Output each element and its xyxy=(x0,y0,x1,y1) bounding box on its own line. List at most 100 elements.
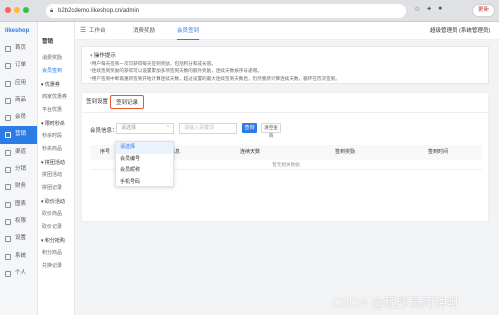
sidebar-item[interactable]: 图表 xyxy=(0,196,37,213)
subnav-item[interactable]: 秒杀时段 xyxy=(38,129,74,142)
minimize-window-button[interactable] xyxy=(14,7,20,13)
sidebar-item[interactable]: 商品 xyxy=(0,92,37,109)
sidebar-item[interactable]: 应用 xyxy=(0,75,37,92)
top-bar: ☰ 工作台 消费奖励 会员签到 超级管理员 (系统管理员) xyxy=(75,22,499,40)
sidebar-item[interactable]: 会员 xyxy=(0,109,37,126)
member-icon xyxy=(5,115,11,122)
tab-workbench[interactable]: 工作台 xyxy=(89,22,106,40)
subnav-item-label: 优惠券 xyxy=(44,82,60,88)
member-info-label: 会员信息： xyxy=(90,128,118,134)
subnav-group[interactable]: ▾ 砍价活动 xyxy=(38,194,74,207)
sidebar-item[interactable]: 系统 xyxy=(0,248,37,265)
sidebar-item[interactable]: 个人 xyxy=(0,265,37,282)
star-icon[interactable]: ☆ xyxy=(414,5,420,13)
subnav-item[interactable]: 兑换记录 xyxy=(38,259,74,272)
order-icon xyxy=(5,63,11,70)
subnav-group[interactable]: ▾ 拼团活动 xyxy=(38,155,74,168)
sidebar-item-label: 应用 xyxy=(15,79,27,86)
subnav-item[interactable]: 秒杀商品 xyxy=(38,142,74,155)
sidebar-item[interactable]: 财务 xyxy=(0,178,37,195)
subnav-item[interactable]: 会员签到 xyxy=(38,64,74,77)
collapse-menu-icon[interactable]: ☰ xyxy=(80,22,86,40)
sidebar-item-label: 商品 xyxy=(15,96,27,103)
subnav-item-label: 秒杀时段 xyxy=(42,133,63,139)
chart-icon xyxy=(5,201,11,208)
profile-icon[interactable]: ● xyxy=(438,5,442,13)
column-header: 签到时间 xyxy=(428,149,449,155)
sidebar-item[interactable]: 权限 xyxy=(0,213,37,230)
close-window-button[interactable] xyxy=(5,7,11,13)
sidebar-item-label: 图表 xyxy=(15,200,27,207)
column-header: 连续天数 xyxy=(240,149,261,155)
subnav-item[interactable]: 商家优惠券 xyxy=(38,90,74,103)
maximize-window-button[interactable] xyxy=(23,7,29,13)
subnav-item[interactable]: 砍价商品 xyxy=(38,207,74,220)
chevron-up-icon: ⌃ xyxy=(165,125,170,131)
sidebar-item-label: 渠道 xyxy=(15,148,27,155)
app-icon xyxy=(5,80,11,87)
subnav-item[interactable]: 积分商品 xyxy=(38,246,74,259)
subnav-item[interactable]: 平台优惠 xyxy=(38,103,74,116)
subnav-item[interactable]: 拼团活动 xyxy=(38,168,74,181)
extension-icon[interactable]: ✦ xyxy=(426,5,432,13)
sidebar-item-label: 会员 xyxy=(15,114,27,121)
operation-tips: ▾ 操作提示 *用户每天签到一次可获得每天签到奖励，包括积分和成长值。 *连续签… xyxy=(81,46,489,84)
dropdown-option[interactable]: 会员昵称 xyxy=(116,165,173,177)
tab-checkin-records[interactable]: 签到记录 xyxy=(110,95,145,109)
subnav-item-label: 限时秒杀 xyxy=(44,121,65,127)
subnav-item-label: 拼团记录 xyxy=(42,185,63,191)
marketing-icon xyxy=(5,132,11,139)
update-button[interactable]: 更新 xyxy=(472,4,495,17)
subnav-group[interactable]: ▾ 积分抢购 xyxy=(38,233,74,246)
app-logo: likeshop xyxy=(5,28,30,34)
sidebar-item[interactable]: 分销 xyxy=(0,161,37,178)
tab-consumption-reward[interactable]: 消费奖励 xyxy=(133,22,155,40)
home-icon xyxy=(5,46,11,52)
tips-title: 操作提示 xyxy=(93,53,116,59)
subnav-group[interactable]: ▾ 优惠券 xyxy=(38,77,74,90)
sidebar-item[interactable]: 首页 xyxy=(0,40,37,57)
sidebar-item-label: 设置 xyxy=(15,235,27,242)
subnav-item[interactable]: 拼团记录 xyxy=(38,181,74,194)
tab-checkin-settings[interactable]: 签到设置 xyxy=(86,95,108,109)
subnav-item[interactable]: 消费奖励 xyxy=(38,51,74,64)
user-menu[interactable]: 超级管理员 (系统管理员) xyxy=(430,22,490,40)
subnav-title: 营销 xyxy=(42,39,54,45)
goods-icon xyxy=(5,97,11,104)
subnav-item-label: 平台优惠 xyxy=(42,107,63,113)
column-header: 签到奖励 xyxy=(335,149,356,155)
sidebar-item[interactable]: 渠道 xyxy=(0,144,37,161)
sidebar-item-label: 订单 xyxy=(15,62,27,69)
sidebar-item-label: 权限 xyxy=(15,217,27,224)
reset-button[interactable]: 清空查询 xyxy=(261,123,281,138)
tip-line: *连续签到奖励的获得可以设置累加多项签到天数的额外奖励，连续天数按序号递增。 xyxy=(90,68,262,74)
keyword-input[interactable]: 请输入关键词 xyxy=(179,123,237,134)
browser-toolbar: 🔒︎ b2b2cdemo.likeshop.cn/admin ☆ ✦ ● 更新 xyxy=(0,0,499,22)
address-bar[interactable]: 🔒︎ b2b2cdemo.likeshop.cn/admin xyxy=(46,4,406,18)
dropdown-option[interactable]: 请选择 xyxy=(116,142,173,154)
dropdown-option[interactable]: 会员编号 xyxy=(116,154,173,166)
sidebar-item-label: 个人 xyxy=(15,269,27,276)
finance-icon xyxy=(5,184,11,191)
subnav-group[interactable]: ▾ 限时秒杀 xyxy=(38,116,74,129)
channel-icon xyxy=(5,149,11,156)
tip-line: *用户每天签到一次可获得每天签到奖励，包括积分和成长值。 xyxy=(90,60,216,66)
subnav-item[interactable]: 砍价记录 xyxy=(38,220,74,233)
dropdown-option[interactable]: 手机号码 xyxy=(116,177,173,189)
sidebar-item[interactable]: 订单 xyxy=(0,57,37,74)
watermark: CSDN @程序员阿钟呀 xyxy=(332,295,460,310)
permission-icon xyxy=(5,218,11,225)
main-sidebar: likeshop 首页订单应用商品会员营销渠道分销 财务图表权限设置系统个人 xyxy=(0,22,38,315)
subnav-item-label: 拼团活动 xyxy=(42,172,63,178)
sidebar-item[interactable]: 营销 xyxy=(0,126,37,144)
sidebar-item-label: 营销 xyxy=(15,131,27,138)
tab-divider xyxy=(82,112,490,113)
member-info-dropdown: 请选择 会员编号 会员昵称 手机号码 xyxy=(115,141,174,187)
member-info-select[interactable]: 请选择 ⌃ xyxy=(116,123,174,134)
subnav-item-label: 积分抢购 xyxy=(44,238,65,244)
query-button[interactable]: 查询 xyxy=(242,123,257,133)
tab-member-checkin[interactable]: 会员签到 xyxy=(177,22,200,40)
sidebar-item[interactable]: 设置 xyxy=(0,230,37,247)
subnav-item-label: 砍价商品 xyxy=(42,211,63,217)
subnav-item-label: 砍价活动 xyxy=(44,199,65,205)
